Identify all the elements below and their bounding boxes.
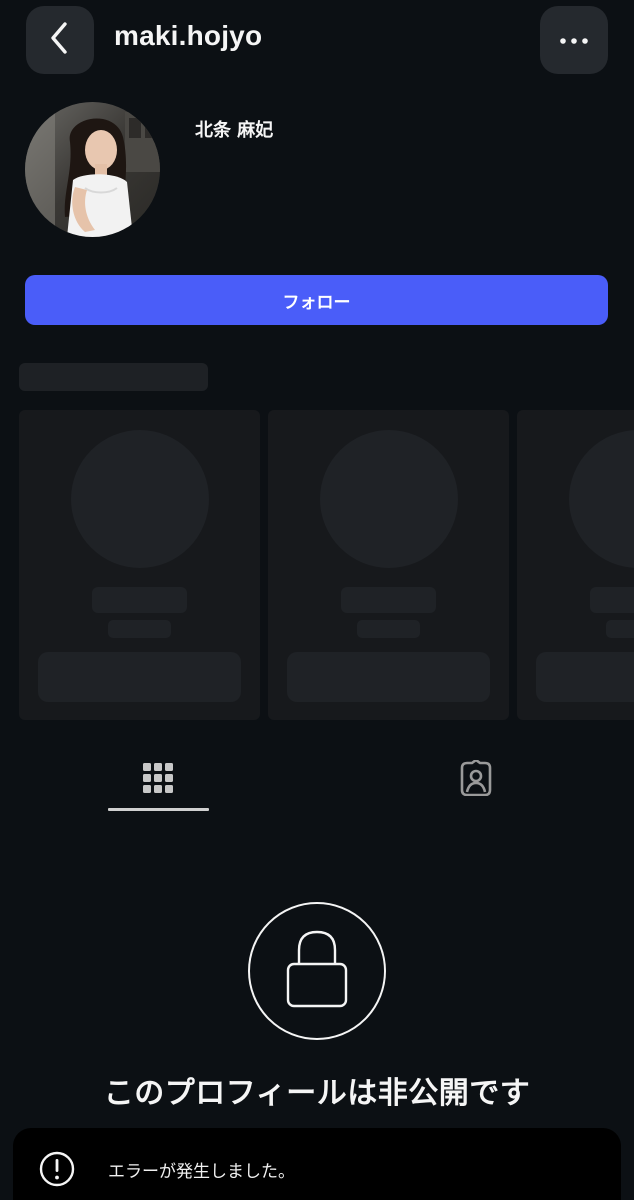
- skeleton-card: [19, 410, 260, 720]
- more-options-button[interactable]: [540, 6, 608, 74]
- skeleton-card: [517, 410, 634, 720]
- alert-circle-icon: [38, 1150, 76, 1188]
- lock-icon: [285, 928, 349, 1014]
- toast-message: エラーが発生しました。: [108, 1162, 295, 1182]
- error-toast[interactable]: エラーが発生しました。: [13, 1128, 621, 1200]
- grid-icon: [143, 763, 173, 797]
- avatar[interactable]: [25, 102, 160, 237]
- skeleton-card: [268, 410, 509, 720]
- display-name: 北条 麻妃: [195, 120, 274, 141]
- tab-tagged[interactable]: [426, 750, 526, 810]
- tab-active-indicator: [108, 808, 209, 811]
- more-horizontal-icon: [559, 31, 589, 50]
- chevron-left-icon: [45, 20, 75, 60]
- back-button[interactable]: [26, 6, 94, 74]
- lock-badge: [248, 902, 386, 1040]
- tagged-user-icon: [457, 758, 495, 800]
- profile-username: maki.hojyo: [114, 20, 263, 51]
- skeleton-title: [19, 363, 208, 391]
- follow-button[interactable]: フォロー: [25, 275, 608, 325]
- private-profile-message: このプロフィールは非公開です: [103, 1076, 531, 1111]
- tab-posts-grid[interactable]: [108, 750, 208, 810]
